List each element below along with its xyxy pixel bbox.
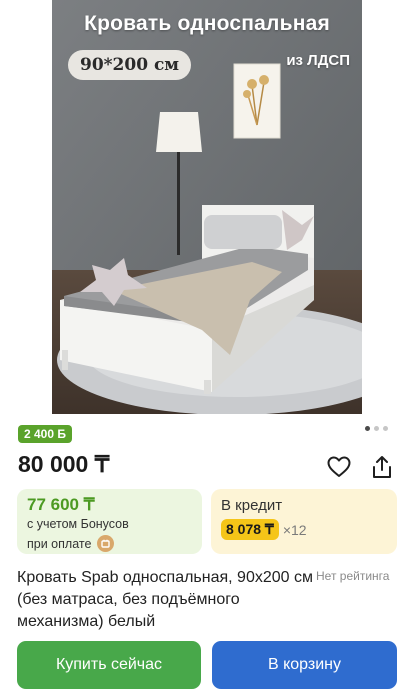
product-title: Кровать Spab односпальная, 90х200 см (бе… [17,569,313,630]
bonus-note-line1: с учетом Бонусов [27,517,129,531]
image-overlay-title: Кровать односпальная [84,12,330,35]
gallery-dot-2[interactable] [374,426,379,431]
credit-monthly-amount: 8 078 ₸ [221,519,279,540]
credit-row: 8 078 ₸ ×12 [221,519,307,540]
product-price: 80 000 ₸ [18,451,110,477]
add-to-cart-button[interactable]: В корзину [212,641,397,689]
rating-status[interactable]: Нет рейтинга [316,569,389,583]
gallery-dot-1[interactable] [365,426,370,431]
favorite-button[interactable] [325,453,353,481]
product-gallery[interactable]: Кровать односпальная 90*200 см из ЛДСП [0,0,414,418]
product-photo[interactable]: Кровать односпальная 90*200 см из ЛДСП [52,0,362,414]
gallery-pagination[interactable] [365,426,388,431]
image-size-label: 90*200 см [68,50,192,80]
image-material-label: из ЛДСП [286,52,350,69]
bonus-note-line2-row: при оплате [27,535,115,552]
bonus-note-line2: при оплате [27,536,92,551]
bonus-points-badge: 2 400 Б [18,425,72,443]
gallery-dot-3[interactable] [383,426,388,431]
credit-label: В кредит [221,497,283,514]
credit-card[interactable]: В кредит 8 078 ₸ ×12 [211,489,397,554]
share-icon [373,456,391,478]
credit-term: ×12 [282,521,307,538]
heart-icon [327,456,351,477]
bonus-price: 77 600 ₸ [27,495,95,514]
bonus-price-card[interactable]: 77 600 ₸ с учетом Бонусов при оплате [17,489,202,554]
coin-icon [97,535,115,552]
buy-now-button[interactable]: Купить сейчас [17,641,201,689]
share-button[interactable] [368,453,396,481]
